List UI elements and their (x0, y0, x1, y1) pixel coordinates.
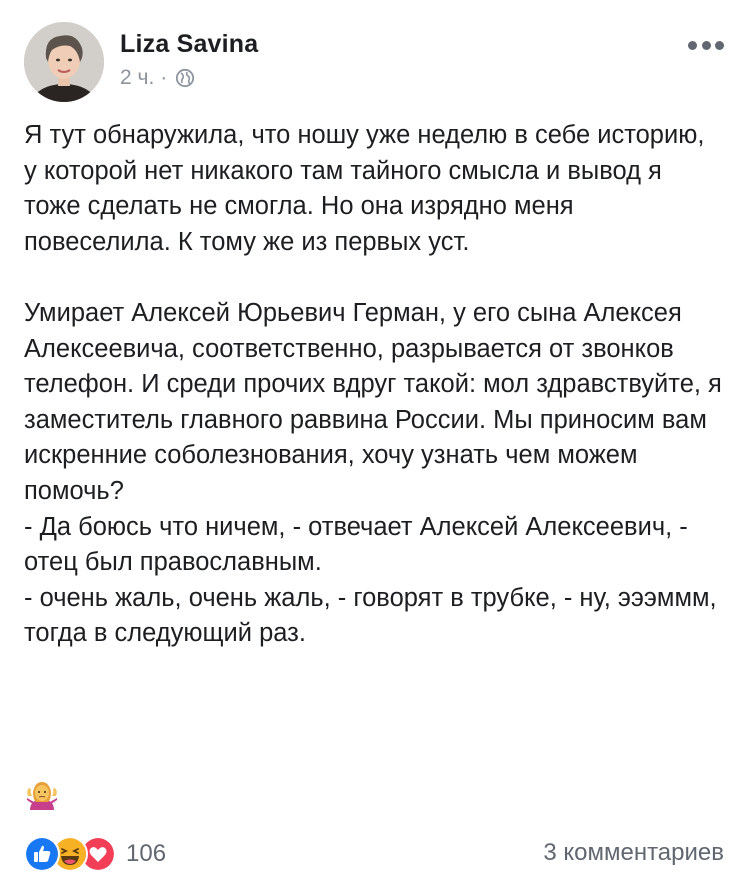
person-shrugging-emoji (26, 778, 58, 810)
reaction-count: 106 (126, 840, 167, 867)
avatar-photo (24, 22, 104, 102)
like-reaction-icon (24, 836, 60, 872)
facebook-post: Liza Savina 2 ч. · Я тут обнаружила, что… (0, 0, 749, 882)
more-dot (688, 40, 697, 50)
globe-icon[interactable] (175, 68, 195, 88)
post-paragraph: Я тут обнаружила, что ношу уже неделю в … (24, 121, 705, 256)
post-body: Я тут обнаружила, что ношу уже неделю в … (24, 118, 724, 652)
post-paragraph: - Да боюсь что ничем, - отвечает Алексей… (24, 512, 688, 577)
post-meta: 2 ч. · (120, 66, 195, 90)
post-footer: 106 3 комментариев (24, 836, 724, 872)
post-paragraph: Умирает Алексей Юрьевич Герман, у его сы… (24, 298, 722, 505)
more-dot (715, 40, 724, 50)
author-name[interactable]: Liza Savina (120, 30, 258, 59)
meta-separator: · (160, 66, 168, 89)
post-time[interactable]: 2 ч. (120, 66, 154, 90)
comments-link[interactable]: 3 комментариев (543, 839, 724, 867)
more-dot (701, 40, 711, 50)
post-paragraph: - очень жаль, очень жаль, - говорят в тр… (24, 583, 717, 648)
avatar[interactable] (24, 22, 104, 102)
post-header: Liza Savina 2 ч. · (24, 22, 724, 104)
reactions-summary[interactable]: 106 (24, 836, 166, 872)
more-options-icon[interactable] (688, 38, 724, 52)
